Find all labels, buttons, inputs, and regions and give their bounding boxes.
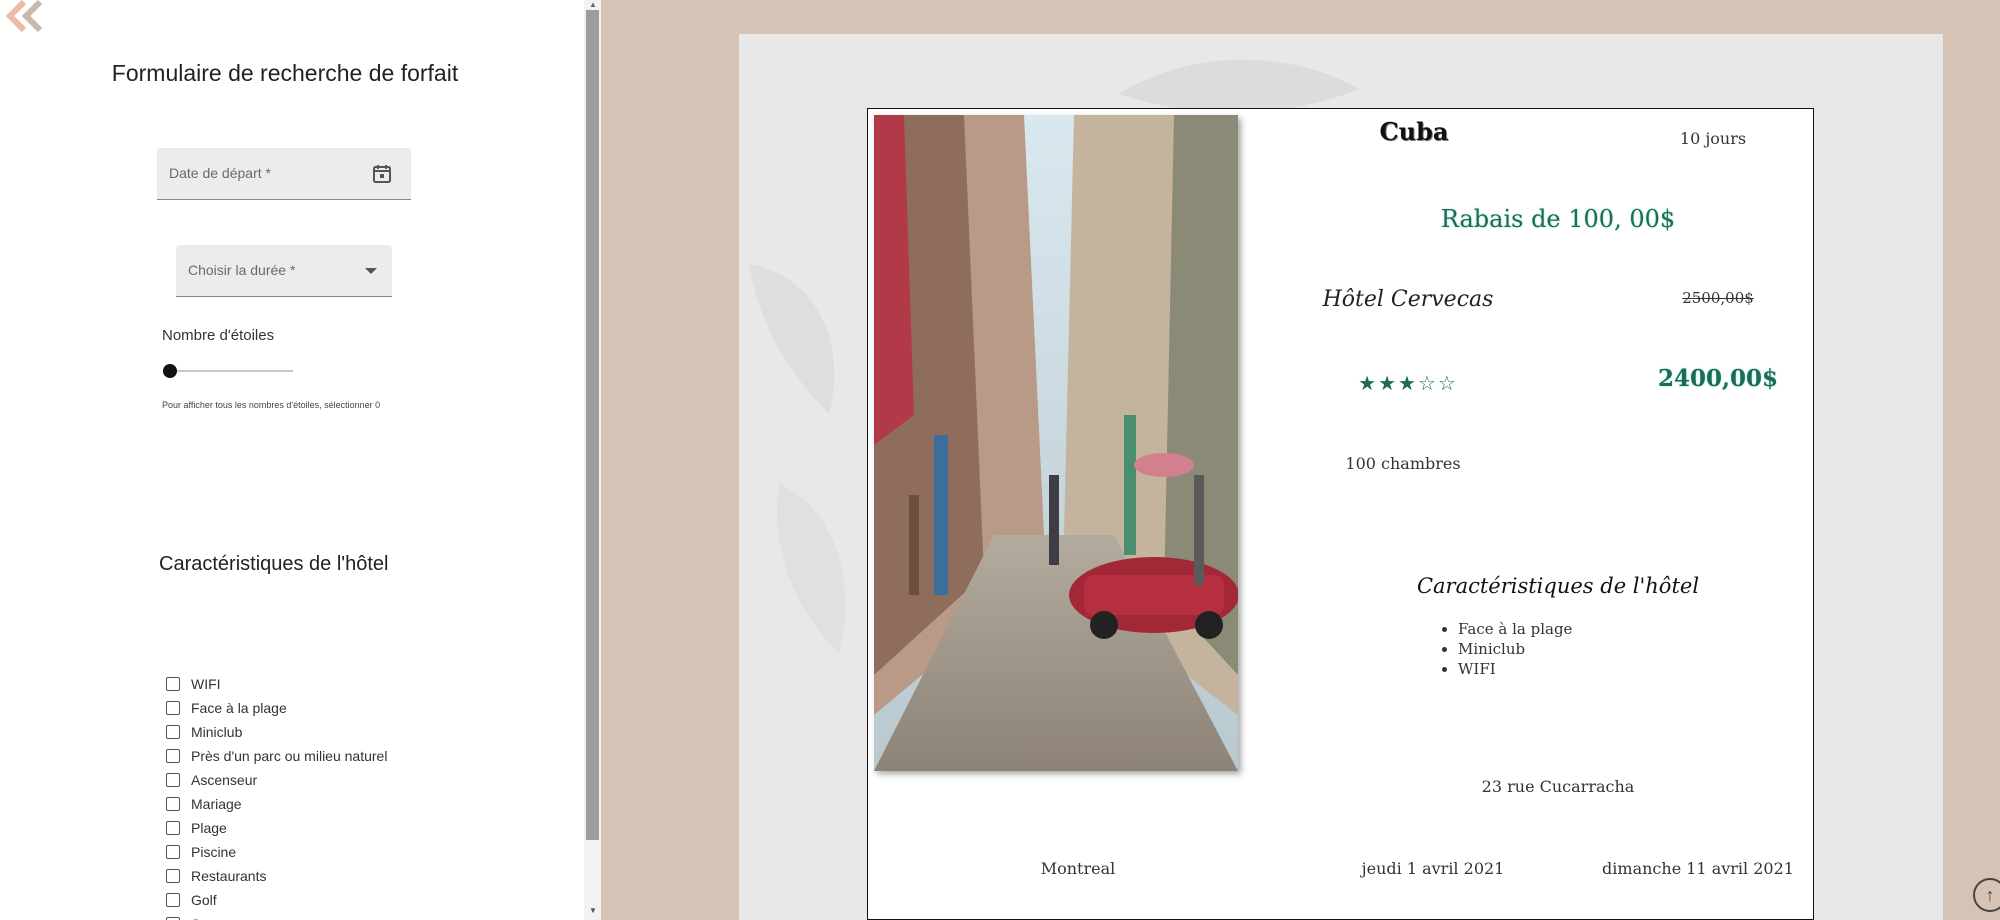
form-title: Formulaire de recherche de forfait	[111, 60, 459, 86]
departure-date-placeholder: Date de départ *	[169, 165, 271, 181]
havana-street-photo	[874, 115, 1238, 771]
feature-checkbox-item[interactable]: Ascenseur	[166, 768, 387, 792]
slider-track	[167, 370, 293, 372]
checkbox[interactable]	[166, 773, 180, 787]
duration-select[interactable]: Choisir la durée *	[176, 245, 392, 297]
scroll-up-arrow[interactable]: ▲	[589, 0, 597, 9]
calendar-icon[interactable]	[371, 163, 393, 185]
new-price: 2400,00$	[1657, 365, 1779, 392]
feature-checkbox-list: WIFI Face à la plage Miniclub Près d'un par…	[166, 672, 387, 920]
feature-label: Face à la plage	[191, 700, 287, 716]
feature-label: Plage	[191, 820, 227, 836]
feature-checkbox-item[interactable]: WIFI	[166, 672, 387, 696]
feature-label: Ascenseur	[191, 772, 258, 788]
feature-label: Restaurants	[191, 868, 267, 884]
feature-label: Golf	[191, 892, 217, 908]
hotel-name: Hôtel Cervecas	[1322, 287, 1494, 312]
return-date: dimanche 11 avril 2021	[1602, 859, 1794, 878]
feature-checkbox-item[interactable]: Mariage	[166, 792, 387, 816]
scroll-to-top-icon[interactable]: ↑	[1973, 878, 2000, 912]
card-features-list: Face à la plageMiniclubWIFI	[1436, 619, 1572, 679]
stars-label: Nombre d'étoiles	[162, 327, 275, 344]
checkbox[interactable]	[166, 749, 180, 763]
feature-label: Miniclub	[191, 724, 243, 740]
feature-label: Piscine	[191, 844, 237, 860]
checkbox[interactable]	[166, 725, 180, 739]
card-feature-item: Miniclub	[1458, 639, 1572, 659]
checkbox[interactable]	[166, 893, 180, 907]
feature-label: Mariage	[191, 796, 242, 812]
checkbox[interactable]	[166, 845, 180, 859]
features-title: Caractéristiques de l'hôtel	[159, 553, 389, 575]
destination-title: Cuba	[1379, 117, 1449, 146]
feature-label: Spa	[191, 916, 216, 920]
scrollbar-thumb[interactable]	[586, 10, 599, 840]
dropdown-arrow-icon[interactable]	[364, 267, 378, 275]
feature-checkbox-item[interactable]: Plage	[166, 816, 387, 840]
feature-label: WIFI	[191, 676, 221, 692]
feature-checkbox-item[interactable]: Restaurants	[166, 864, 387, 888]
hotel-address: 23 rue Cucarracha	[1481, 777, 1635, 796]
departure-city: Montreal	[1040, 859, 1116, 878]
collapse-icon[interactable]	[2, 0, 52, 36]
checkbox[interactable]	[166, 821, 180, 835]
departure-date: jeudi 1 avril 2021	[1361, 859, 1505, 878]
checkbox[interactable]	[166, 797, 180, 811]
feature-checkbox-item[interactable]: Piscine	[166, 840, 387, 864]
room-count: 100 chambres	[1345, 454, 1461, 473]
old-price: 2500,00$	[1682, 289, 1754, 307]
card-feature-item: WIFI	[1458, 659, 1572, 679]
sidebar-scrollbar[interactable]: ▲ ▼	[584, 0, 601, 920]
checkbox[interactable]	[166, 869, 180, 883]
card-feature-item: Face à la plage	[1458, 619, 1572, 639]
checkbox[interactable]	[166, 701, 180, 715]
stars-slider[interactable]	[163, 364, 293, 378]
package-card[interactable]: Cuba 10 jours Rabais de 100, 00$ Hôtel C…	[867, 108, 1814, 920]
feature-checkbox-item[interactable]: Miniclub	[166, 720, 387, 744]
duration-placeholder: Choisir la durée *	[188, 262, 296, 278]
search-panel: Formulaire de recherche de forfait Date …	[0, 0, 584, 920]
feature-checkbox-item[interactable]: Face à la plage	[166, 696, 387, 720]
star-rating: ★★★☆☆	[1358, 373, 1458, 395]
feature-checkbox-item[interactable]: Spa	[166, 912, 387, 920]
feature-checkbox-item[interactable]: Près d'un parc ou milieu naturel	[166, 744, 387, 768]
stars-hint: Pour afficher tous les nombres d'étoiles…	[162, 400, 381, 410]
checkbox[interactable]	[166, 677, 180, 691]
feature-label: Près d'un parc ou milieu naturel	[191, 748, 388, 764]
departure-date-field[interactable]: Date de départ *	[157, 148, 411, 200]
discount-text: Rabais de 100, 00$	[1440, 205, 1676, 233]
slider-thumb[interactable]	[163, 364, 177, 378]
card-features-title: Caractéristiques de l'hôtel	[1416, 574, 1700, 598]
feature-checkbox-item[interactable]: Golf	[166, 888, 387, 912]
trip-duration: 10 jours	[1679, 129, 1747, 148]
scroll-down-arrow[interactable]: ▼	[589, 906, 597, 915]
